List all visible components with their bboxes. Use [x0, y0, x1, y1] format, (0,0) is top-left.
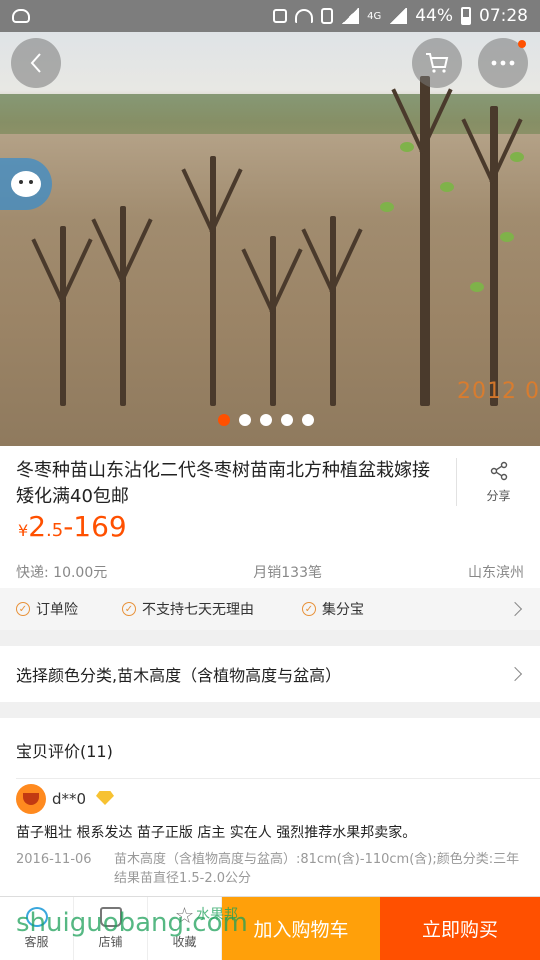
add-to-cart-button[interactable]: 加入购物车 [222, 897, 380, 960]
leaf [440, 182, 454, 192]
carousel-dot[interactable] [260, 414, 272, 426]
bottom-action-bar: 客服 店铺 ☆ 收藏 加入购物车 立即购买 [0, 896, 540, 960]
photo-date-stamp: 2012 0 [457, 379, 540, 404]
service-item: ✓ 集分宝 [302, 599, 364, 619]
share-button[interactable]: 分享 [456, 458, 540, 506]
share-icon [490, 461, 507, 480]
more-dots-icon [491, 60, 515, 66]
service-item: ✓ 不支持七天无理由 [122, 599, 302, 619]
back-button[interactable] [11, 38, 61, 88]
price-low-decimal: .5 [46, 520, 64, 541]
carousel-indicator [0, 414, 540, 426]
tree [490, 106, 498, 406]
customer-service-button[interactable]: 客服 [0, 897, 74, 960]
signal-icon [341, 8, 360, 24]
leaf [400, 142, 414, 152]
status-bar: 4G 44% 07:28 [0, 0, 540, 32]
price: ¥2.5-169 [18, 510, 127, 543]
review-text: 苗子粗壮 根系发达 苗子正版 店主 实在人 强烈推荐水果邦卖家。 [16, 825, 417, 841]
shop-icon [99, 907, 122, 927]
sku-selector[interactable]: 选择颜色分类,苗木高度（含植物高度与盆高） [0, 646, 540, 702]
leaf [510, 152, 524, 162]
app-notification-icon [12, 9, 30, 23]
mute-icon [273, 9, 288, 23]
price-high: -169 [63, 510, 127, 543]
buy-now-button[interactable]: 立即购买 [380, 897, 540, 960]
carousel-dot[interactable] [302, 414, 314, 426]
tree [120, 206, 126, 406]
wifi-icon [295, 9, 314, 23]
sku-label: 选择颜色分类,苗木高度（含植物高度与盆高） [16, 666, 342, 685]
service-label: 集分宝 [322, 602, 364, 618]
leaf [380, 202, 394, 212]
shop-label: 店铺 [98, 935, 123, 949]
reviews-header[interactable]: 宝贝评价(11) [16, 738, 113, 762]
tree [270, 236, 276, 406]
monthly-sales: 月销133笔 [253, 565, 322, 581]
star-icon: ☆ [174, 904, 195, 929]
tree [210, 156, 216, 406]
service-item: ✓ 订单险 [16, 599, 122, 619]
product-meta: 快递: 10.00元 月销133笔 山东滨州 [16, 562, 524, 582]
service-label: 不支持七天无理由 [142, 602, 254, 618]
clock: 07:28 [479, 6, 528, 26]
review-username: d**0 [52, 790, 87, 808]
cart-icon [426, 53, 449, 73]
product-title: 冬枣种苗山东沾化二代冬枣树苗南北方种植盆栽嫁接矮化满40包邮 [16, 460, 430, 507]
ship-location: 山东滨州 [467, 565, 524, 581]
tree [60, 226, 66, 406]
tree [330, 216, 336, 406]
check-icon: ✓ [302, 602, 316, 616]
price-currency: ¥ [18, 521, 29, 540]
chat-icon [25, 907, 48, 927]
leaf [470, 282, 484, 292]
avatar-face-icon [23, 793, 39, 805]
service-label: 订单险 [36, 602, 78, 618]
service-guarantees[interactable]: ✓ 订单险 ✓ 不支持七天无理由 ✓ 集分宝 [0, 588, 540, 630]
carousel-dot[interactable] [281, 414, 293, 426]
chevron-right-icon [507, 666, 523, 682]
product-info: 冬枣种苗山东沾化二代冬枣树苗南北方种植盆栽嫁接矮化满40包邮 分享 ¥2.5-1… [0, 446, 540, 630]
check-icon: ✓ [16, 602, 30, 616]
chevron-left-icon [30, 53, 41, 73]
diamond-icon [96, 791, 114, 805]
leaf [500, 232, 514, 242]
avatar [16, 784, 46, 814]
carousel-dot-active[interactable] [218, 414, 230, 426]
sim-icon [321, 8, 334, 24]
carousel-dot[interactable] [239, 414, 251, 426]
review-sku-info: 苗木高度（含植物高度与盆高）:81cm(含)-110cm(含);颜色分类:三年结… [114, 852, 520, 886]
tree [420, 76, 430, 406]
chevron-right-icon [507, 601, 523, 617]
cart-button[interactable] [412, 38, 462, 88]
price-low-integer: 2 [28, 510, 47, 543]
mascot-assistant-button[interactable] [0, 158, 52, 210]
shipping-fee: 快递: 10.00元 [16, 565, 108, 581]
favorite-button[interactable]: ☆ 收藏 [148, 897, 222, 960]
tree-line [0, 94, 540, 134]
notification-dot [518, 40, 526, 48]
product-detail-screen: 4G 44% 07:28 2012 0 冬枣种苗山东沾化二代冬枣树苗南北方种植盆… [0, 0, 540, 960]
mascot-icon [11, 171, 41, 197]
service-label: 客服 [24, 935, 49, 949]
shop-button[interactable]: 店铺 [74, 897, 148, 960]
battery-percent: 44% [415, 6, 453, 26]
favorite-label: 收藏 [172, 935, 197, 949]
network-type: 4G [367, 10, 382, 22]
check-icon: ✓ [122, 602, 136, 616]
battery-icon [461, 7, 471, 25]
signal-4g-icon [389, 8, 408, 24]
product-image-carousel[interactable]: 2012 0 [0, 32, 540, 446]
review-date: 2016-11-06 [16, 852, 92, 867]
reviews-section[interactable]: 宝贝评价(11) d**0 苗子粗壮 根系发达 苗子正版 店主 实在人 强烈推荐… [0, 718, 540, 898]
share-label: 分享 [486, 488, 511, 503]
divider [16, 778, 540, 779]
